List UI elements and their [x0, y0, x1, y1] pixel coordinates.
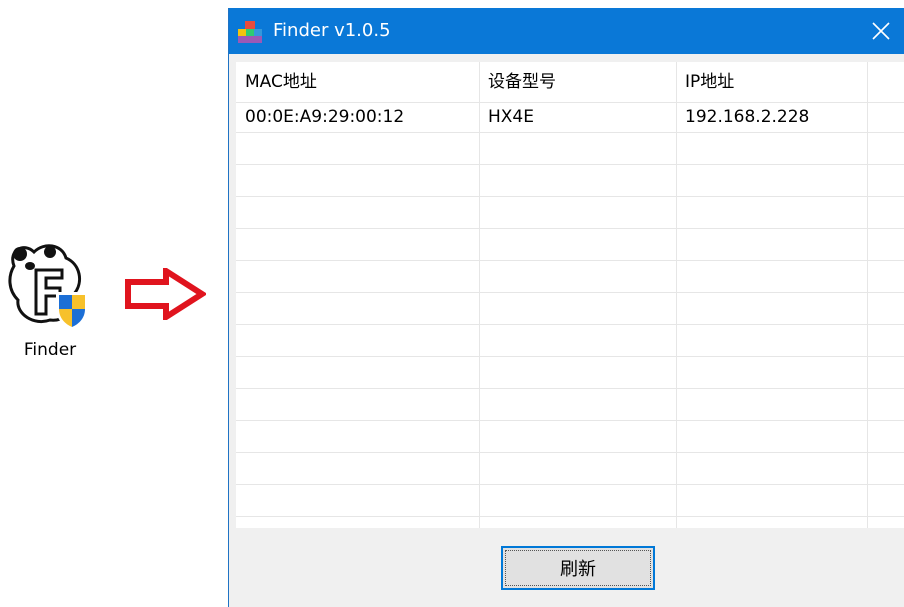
- column-header-mac[interactable]: MAC地址: [236, 62, 479, 102]
- close-button[interactable]: [858, 8, 904, 54]
- column-header-ip[interactable]: IP地址: [676, 62, 866, 102]
- refresh-button[interactable]: 刷新: [501, 546, 655, 590]
- close-icon: [872, 22, 890, 40]
- mac-cell: 00:0E:A9:29:00:12: [245, 107, 405, 127]
- column-header-model[interactable]: 设备型号: [479, 62, 676, 102]
- model-cell: HX4E: [488, 107, 534, 127]
- window-title: Finder v1.0.5: [273, 20, 391, 41]
- device-list[interactable]: MAC地址 设备型号 IP地址 00:0E:A9:29:00:12 HX4E 1…: [236, 62, 904, 528]
- title-bar[interactable]: Finder v1.0.5: [229, 8, 904, 54]
- finder-desktop-shortcut[interactable]: Finder: [4, 240, 96, 370]
- shortcut-label: Finder: [23, 340, 77, 360]
- table-row[interactable]: 00:0E:A9:29:00:12 HX4E 192.168.2.228: [236, 102, 904, 132]
- ip-cell: 192.168.2.228: [685, 107, 810, 127]
- finder-app-icon: [8, 244, 88, 330]
- finder-app-icon: [238, 21, 262, 43]
- right-arrow-icon: [125, 268, 206, 320]
- list-header: MAC地址 设备型号 IP地址: [236, 62, 904, 102]
- finder-window: Finder v1.0.5 MAC地址 设备型号 IP地址 00:0E:A9:2…: [228, 8, 904, 607]
